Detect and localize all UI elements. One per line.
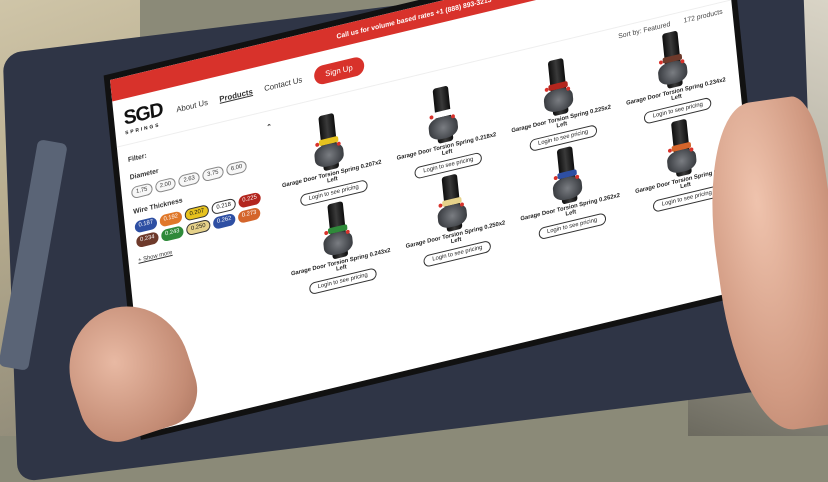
nav-products[interactable]: Products [219, 87, 253, 104]
tablet-screen: Call us for volume based rates +1 (888) … [110, 0, 761, 433]
filter-sidebar: Filter: ⌃ Diameter 1.75 2.00 2.63 3.75 6.00 … [127, 117, 290, 335]
wire-chip[interactable]: 0.218 [211, 197, 237, 216]
signup-button[interactable]: Sign Up [312, 54, 366, 86]
filter-title-text: Filter: [127, 152, 148, 164]
wire-chip[interactable]: 0.187 [134, 216, 158, 234]
wire-chip[interactable]: 0.243 [160, 225, 185, 243]
wire-chip[interactable]: 0.262 [212, 212, 236, 230]
nav-contact[interactable]: Contact Us [264, 75, 303, 93]
diameter-chip[interactable]: 1.75 [130, 182, 153, 200]
wire-chip[interactable]: 0.250 [185, 218, 211, 237]
wire-chip[interactable]: 0.273 [237, 206, 261, 224]
wire-chip[interactable]: 0.192 [159, 210, 183, 228]
diameter-chip[interactable]: 6.00 [225, 159, 248, 177]
diameter-chip[interactable]: 2.63 [178, 171, 201, 188]
nav-about[interactable]: About Us [176, 97, 208, 113]
diameter-chip[interactable]: 3.75 [201, 165, 224, 183]
wire-chip[interactable]: 0.225 [238, 191, 262, 209]
site-logo[interactable]: SGD SPRINGS [123, 98, 165, 136]
diameter-chip[interactable]: 2.00 [154, 176, 177, 194]
wire-chip[interactable]: 0.234 [135, 231, 160, 249]
